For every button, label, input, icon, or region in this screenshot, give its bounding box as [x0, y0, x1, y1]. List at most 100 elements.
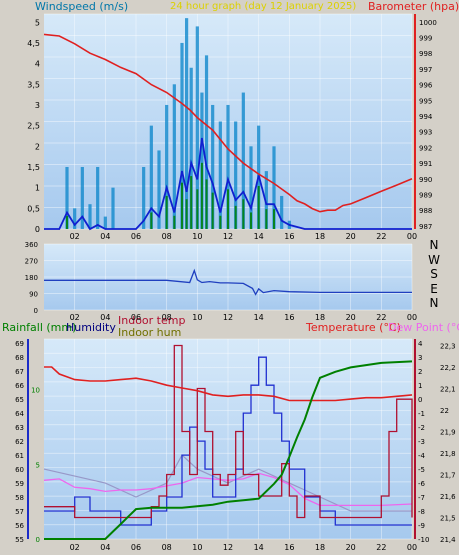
- humidity-tick-label: 55: [15, 536, 24, 544]
- wind-direction-bar: [257, 186, 260, 229]
- indoor-temp-tick-label: 22: [440, 407, 449, 415]
- wind-x-tick-label: 06: [131, 232, 141, 241]
- wind-direction-bar: [227, 189, 229, 229]
- humidity-tick-label: 65: [15, 396, 24, 404]
- wind-gust-bar: [185, 18, 189, 230]
- wind-x-tick-label: 04: [100, 232, 110, 241]
- barometer-tick-label: 987: [419, 223, 432, 231]
- direction-x-tick-label: 20: [346, 313, 356, 322]
- wind-direction-bar: [173, 215, 176, 229]
- barometer-tick-label: 989: [419, 191, 432, 199]
- wind-x-tick-label: 00: [407, 232, 417, 241]
- temperature-tick-label: -7: [418, 494, 425, 502]
- wind-x-tick-label: 08: [162, 232, 172, 241]
- temperature-tick-label: 3: [418, 354, 422, 362]
- wind-direction-bar: [273, 209, 275, 229]
- wind-tick-label: 1: [35, 184, 40, 193]
- temperature-tick-label: 2: [418, 368, 422, 376]
- temperature-tick-label: -5: [418, 466, 425, 474]
- humidity-tick-label: 62: [15, 438, 24, 446]
- wind-x-tick-label: 10: [192, 232, 202, 241]
- direction-tick-label: 180: [25, 274, 38, 282]
- wind-direction-bar: [150, 212, 153, 229]
- indoor-temp-tick-label: 22,1: [440, 385, 456, 393]
- indoor-temp-tick-label: 21,4: [440, 536, 456, 544]
- wind-direction-bar: [242, 199, 245, 229]
- temperature-tick-label: -2: [418, 424, 425, 432]
- temp-x-tick-label: 14: [254, 543, 264, 552]
- barometer-tick-label: 999: [419, 35, 432, 43]
- wind-gust-bar: [88, 204, 92, 229]
- indoor-temp-tick-label: 22,3: [440, 342, 456, 350]
- barometer-tick-label: 991: [419, 160, 432, 168]
- wind-x-tick-label: 16: [284, 232, 294, 241]
- temp-x-tick-label: 08: [162, 543, 172, 552]
- wind-direction-bar: [205, 179, 208, 229]
- indoor-temp-tick-label: 21,6: [440, 493, 456, 501]
- wind-direction-bar: [265, 209, 268, 229]
- wind-tick-label: 0,5: [27, 204, 40, 213]
- temp-x-tick-label: 12: [223, 543, 233, 552]
- indoor-temp-tick-label: 21,7: [440, 471, 456, 479]
- direction-tick-label: 270: [25, 258, 38, 266]
- temp-x-tick-label: 02: [70, 543, 80, 552]
- temp-x-tick-label: 20: [346, 543, 356, 552]
- wind-x-tick-label: 20: [346, 232, 356, 241]
- wind-tick-label: 1,5: [27, 163, 40, 172]
- direction-x-tick-label: 04: [100, 313, 110, 322]
- wind-tick-label: 0: [35, 225, 40, 234]
- wind-gust-bar: [111, 187, 115, 229]
- barometer-tick-label: 990: [419, 176, 432, 184]
- wind-tick-label: 4,5: [27, 39, 40, 48]
- wind-x-tick-label: 14: [254, 232, 264, 241]
- humidity-tick-label: 68: [15, 354, 24, 362]
- direction-x-tick-label: 10: [192, 313, 202, 322]
- wind-direction-bar: [250, 212, 252, 229]
- indoor-temp-tick-label: 21,5: [440, 514, 456, 522]
- temp-x-tick-label: 22: [376, 543, 386, 552]
- charts-canvas: 0 0,5 1 1,5 2 2,5 3 3,5 4 4,5 5 987 988 989 990 991 992 9…: [15, 13, 456, 552]
- temperature-tick-label: -8: [418, 508, 425, 516]
- indoor-temp-tick-label: 21,9: [440, 428, 456, 436]
- temperature-tick-label: 4: [418, 340, 423, 348]
- wind-tick-label: 3: [35, 101, 40, 110]
- humidity-tick-label: 64: [15, 410, 24, 418]
- humidity-tick-label: 66: [15, 382, 24, 390]
- wind-tick-label: 4: [35, 60, 40, 69]
- wind-x-tick-label: 12: [223, 232, 233, 241]
- direction-x-tick-label: 08: [162, 313, 172, 322]
- wind-direction-bar: [196, 189, 199, 229]
- direction-tick-label: 90: [29, 291, 38, 299]
- direction-x-tick-label: 14: [254, 313, 264, 322]
- temp-x-tick-label: 10: [192, 543, 202, 552]
- barometer-tick-label: 992: [419, 144, 432, 152]
- humidity-tick-label: 61: [15, 452, 24, 460]
- humidity-tick-label: 57: [15, 508, 24, 516]
- wind-x-tick-label: 22: [376, 232, 386, 241]
- temp-x-tick-label: 06: [131, 543, 141, 552]
- barometer-tick-label: 994: [419, 113, 433, 121]
- temperature-tick-label: 1: [418, 382, 422, 390]
- humidity-tick-label: 59: [15, 480, 24, 488]
- indoor-temp-tick-label: 22,2: [440, 364, 456, 372]
- direction-x-tick-label: 06: [131, 313, 141, 322]
- barometer-tick-label: 995: [419, 97, 432, 105]
- temperature-tick-label: -4: [418, 452, 426, 460]
- direction-x-tick-label: 12: [223, 313, 233, 322]
- wind-direction-bar: [165, 195, 168, 229]
- wind-tick-label: 3,5: [27, 80, 40, 89]
- wind-direction-bar: [190, 176, 193, 229]
- direction-x-tick-label: 02: [70, 313, 80, 322]
- direction-x-tick-label: 18: [315, 313, 325, 322]
- barometer-tick-label: 993: [419, 129, 432, 137]
- temperature-tick-label: -9: [418, 522, 425, 530]
- temperature-tick-label: 0: [418, 396, 422, 404]
- wind-direction-bar: [185, 199, 188, 229]
- humidity-tick-label: 56: [15, 522, 24, 530]
- direction-x-tick-label: 00: [407, 313, 417, 322]
- barometer-tick-label: 988: [419, 207, 432, 215]
- humidity-tick-label: 69: [15, 340, 24, 348]
- humidity-tick-label: 63: [15, 424, 24, 432]
- humidity-tick-label: 67: [15, 368, 24, 376]
- temperature-tick-label: -1: [418, 410, 425, 418]
